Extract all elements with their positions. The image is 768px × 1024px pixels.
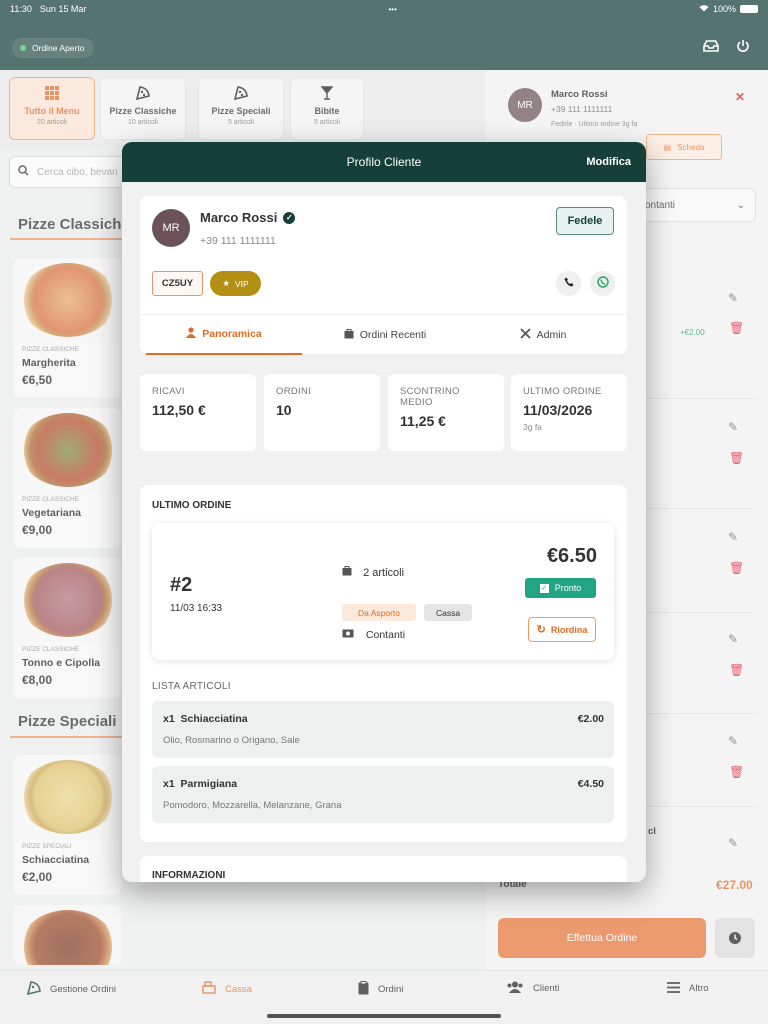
phone-call-button[interactable] [556, 271, 581, 296]
stat-card-ultimo-ordine: ULTIMO ORDINE 11/03/2026 3g fa [511, 374, 627, 451]
order-number: #2 [170, 574, 193, 596]
stat-label: ORDINI [276, 386, 312, 397]
item-price: €2.00 [577, 713, 604, 725]
items-title: LISTA ARTICOLI [152, 681, 231, 692]
customer-phone: +39 111 1111111 [200, 235, 276, 247]
stat-card-scontrino-medio: SCONTRINO MEDIO 11,25 € [388, 374, 504, 451]
whatsapp-icon [596, 276, 609, 291]
whatsapp-button[interactable] [590, 271, 615, 296]
list-item: x1 Schiacciatina Olio, Rosmarino o Origa… [152, 701, 614, 758]
item-qty: x1 [163, 713, 175, 725]
item-description: Pomodoro, Mozzarella, Melanzane, Grana [163, 800, 342, 811]
order-datetime: 11/03 16:33 [170, 603, 223, 614]
stat-value: 11,25 € [400, 413, 446, 429]
bag-icon [342, 566, 355, 579]
refresh-icon: ↻ [536, 624, 546, 636]
articles-count: 2 articoli [363, 567, 405, 579]
modal-header: Profilo Cliente Modifica [122, 142, 646, 182]
tab-panoramica[interactable]: Panoramica [146, 315, 302, 355]
payment-method: Contanti [365, 629, 406, 641]
item-qty: x1 [163, 778, 175, 790]
item-name: Schiacciatina [180, 713, 248, 725]
stat-card-ricavi: RICAVI 112,50 € [140, 374, 256, 451]
section-title: INFORMAZIONI [152, 870, 226, 881]
stat-value: 11/03/2026 [523, 402, 593, 418]
vip-label: VIP [234, 278, 249, 289]
stat-label: RICAVI [152, 386, 185, 397]
last-order-section: ULTIMO ORDINE #2 11/03 16:33 2 articoli … [140, 485, 627, 842]
item-title: x1 Schiacciatina [163, 713, 248, 725]
stat-card-ordini: ORDINI 10 [264, 374, 380, 451]
star-icon: ★ [222, 278, 230, 288]
customer-name-row: Marco Rossi ✓ [200, 210, 296, 225]
reorder-label: Riordina [550, 624, 588, 635]
customer-code: CZ5UY [152, 271, 203, 296]
verified-icon: ✓ [283, 211, 296, 224]
tab-label: Ordini Recenti [359, 329, 427, 341]
loyalty-badge: Fedele [556, 207, 614, 235]
tab-admin[interactable]: Admin [468, 315, 618, 355]
check-icon: ✓ [539, 583, 549, 593]
tag-takeaway: Da Asporto [342, 604, 416, 621]
item-name: Parmigiana [180, 778, 238, 790]
stat-sub: 3g fa [523, 422, 542, 432]
modal-title: Profilo Cliente [346, 155, 422, 169]
tab-label: Panoramica [202, 328, 262, 340]
cash-icon [342, 629, 357, 641]
order-articles: 2 articoli [342, 565, 404, 579]
phone-icon [564, 277, 574, 290]
stat-value: 10 [276, 402, 292, 418]
item-description: Olio, Rosmarino o Origano, Sale [163, 735, 300, 746]
customer-profile-modal: Profilo Cliente Modifica MR Marco Rossi … [122, 142, 646, 882]
user-icon [186, 327, 197, 341]
stat-label: ULTIMO ORDINE [523, 386, 602, 397]
profile-card: MR Marco Rossi ✓ +39 111 1111111 Fedele … [140, 196, 627, 355]
tag-register: Cassa [424, 604, 472, 621]
tab-label: Admin [536, 329, 567, 341]
info-section: INFORMAZIONI [140, 856, 627, 882]
profile-tabs: Panoramica Ordini Recenti Admin [140, 314, 627, 355]
tools-icon [519, 328, 531, 342]
tab-ordini-recenti[interactable]: Ordini Recenti [310, 315, 460, 355]
status-badge: ✓ Pronto [525, 578, 596, 598]
edit-button[interactable]: Modifica [586, 156, 631, 168]
stat-value: 112,50 € [152, 402, 206, 418]
stat-label: SCONTRINO MEDIO [400, 386, 460, 408]
avatar: MR [152, 209, 190, 247]
reorder-button[interactable]: ↻ Riordina [528, 617, 596, 642]
customer-name: Marco Rossi [200, 210, 278, 225]
list-item: x1 Parmigiana Pomodoro, Mozzarella, Mela… [152, 766, 614, 823]
section-title: ULTIMO ORDINE [152, 500, 232, 511]
order-card[interactable]: #2 11/03 16:33 2 articoli Da Asporto Cas… [152, 523, 614, 660]
status-label: Pronto [554, 583, 582, 593]
item-title: x1 Parmigiana [163, 778, 237, 790]
vip-badge: ★ VIP [210, 271, 261, 296]
item-price: €4.50 [577, 778, 604, 790]
order-price: €6.50 [546, 545, 597, 567]
bag-icon [344, 328, 354, 342]
order-payment: Contanti [342, 629, 405, 641]
